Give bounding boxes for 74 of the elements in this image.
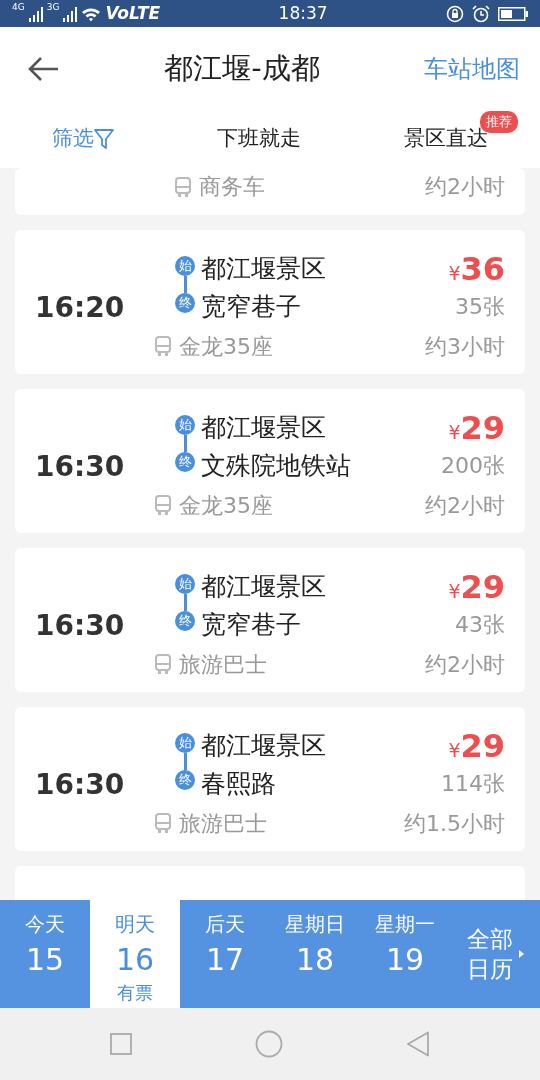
origin-station: 都江堰景区 <box>201 253 326 285</box>
network-label: 4G <box>12 0 25 14</box>
recommend-badge: 推荐 <box>480 111 519 133</box>
back-nav-icon[interactable] <box>406 1031 431 1057</box>
calendar-button[interactable]: 全部日历 <box>450 900 540 1008</box>
end-marker: 终 <box>175 293 195 313</box>
back-icon[interactable] <box>28 55 60 82</box>
date-tab[interactable]: 后天 17 <box>180 900 270 1008</box>
home-icon[interactable] <box>255 1030 283 1058</box>
departure-time: 16:30 <box>35 449 126 485</box>
start-marker: 始 <box>175 574 195 594</box>
trip-card[interactable]: 16:30 始 终 都江堰景区 春熙路 ¥29 114张 旅游巴士 约1.5小时 <box>15 707 525 851</box>
start-marker: 始 <box>175 415 195 435</box>
recent-apps-icon[interactable] <box>109 1033 132 1055</box>
destination-station: 宽窄巷子 <box>201 609 302 641</box>
date-tab[interactable]: 明天 16 有票 <box>90 900 180 1008</box>
start-marker: 始 <box>175 256 195 276</box>
destination-station: 文殊院地铁站 <box>201 450 351 482</box>
bus-type: 旅游巴士 <box>179 809 267 838</box>
bus-icon <box>155 495 171 515</box>
signal-icon <box>63 5 78 22</box>
trip-duration: 约2小时 <box>425 491 505 520</box>
bus-icon <box>155 813 171 833</box>
trip-card[interactable]: 16:30 始 终 都江堰景区 宽窄巷子 ¥29 43张 旅游巴士 约2小时 <box>15 548 525 692</box>
bus-icon <box>155 654 171 674</box>
tickets-left: 114张 <box>441 770 505 798</box>
origin-station: 都江堰景区 <box>201 730 326 762</box>
network-label: 3G <box>46 0 60 14</box>
bus-type: 金龙35座 <box>179 491 273 520</box>
caret-icon <box>518 950 524 958</box>
filter-button[interactable]: 筛选 <box>51 123 114 155</box>
date-tab[interactable]: 今天 15 <box>0 900 90 1008</box>
end-marker: 终 <box>175 611 195 631</box>
bus-type: 商务车 <box>199 173 265 201</box>
volte-label: VoLTE <box>105 1 161 25</box>
trip-card[interactable]: 16:30 始 终 都江堰景区 文殊院地铁站 ¥29 200张 金龙35座 约2小时 <box>15 389 525 533</box>
date-tab[interactable]: 星期日 18 <box>270 900 360 1008</box>
trip-duration: 约2小时 <box>425 173 505 201</box>
bus-icon <box>175 176 191 197</box>
alarm-icon <box>472 4 490 23</box>
departure-time: 16:30 <box>35 608 126 644</box>
end-marker: 终 <box>175 770 195 790</box>
status-time: 18:37 <box>278 1 328 25</box>
trip-duration: 约2小时 <box>425 650 505 679</box>
date-tab[interactable]: 星期一 19 <box>360 900 450 1008</box>
ticket-price: ¥36 <box>448 250 505 288</box>
rotation-lock-icon <box>446 4 464 23</box>
origin-station: 都江堰景区 <box>201 412 327 444</box>
destination-station: 春熙路 <box>201 768 277 800</box>
signal-icon <box>28 5 43 22</box>
filter-option[interactable]: 下班就走 <box>217 123 301 155</box>
tickets-left: 200张 <box>441 452 505 480</box>
page-title: 都江堰-成都 <box>164 49 320 87</box>
trip-duration: 约3小时 <box>425 332 505 361</box>
ticket-price: ¥29 <box>448 568 505 606</box>
destination-station: 宽窄巷子 <box>201 291 302 323</box>
tickets-left: 43张 <box>454 611 505 639</box>
bus-icon <box>155 336 171 356</box>
station-map-link[interactable]: 车站地图 <box>424 50 520 87</box>
ticket-price: ¥29 <box>447 727 505 765</box>
trip-card[interactable]: 16:20 始 终 都江堰景区 宽窄巷子 ¥36 35张 金龙35座 约3小时 <box>15 230 525 374</box>
battery-icon <box>498 6 528 21</box>
tickets-left: 35张 <box>454 293 505 321</box>
end-marker: 终 <box>175 452 195 472</box>
trip-duration: 约1.5小时 <box>404 809 505 838</box>
origin-station: 都江堰景区 <box>201 571 326 603</box>
bus-type: 金龙35座 <box>179 332 273 361</box>
ticket-price: ¥29 <box>447 409 505 447</box>
funnel-icon <box>93 128 114 150</box>
wifi-icon <box>81 5 102 22</box>
departure-time: 16:20 <box>35 290 126 326</box>
departure-time: 16:30 <box>35 767 126 803</box>
start-marker: 始 <box>175 733 195 753</box>
bus-type: 旅游巴士 <box>179 650 267 679</box>
